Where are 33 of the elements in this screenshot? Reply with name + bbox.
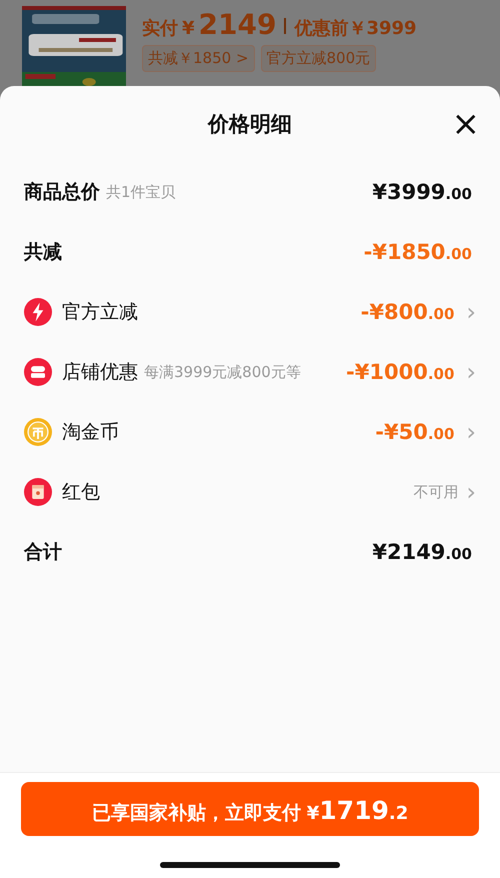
original-price: 优惠前￥3999: [294, 17, 417, 40]
discount-tag: 共减￥1850 >: [142, 45, 255, 72]
discount-tag: 官方立减800元: [260, 45, 376, 72]
row-label: 店铺优惠: [62, 360, 138, 385]
row-label: 共减: [24, 240, 62, 265]
price-amount: -¥800.00: [360, 300, 454, 324]
row-note: 每满3999元减800元等: [144, 362, 301, 382]
close-button[interactable]: ×: [452, 110, 480, 138]
price-amount: ¥2149.00: [372, 540, 472, 564]
envelope-icon: [24, 478, 52, 506]
paid-amount: 2149: [198, 8, 276, 41]
price-amount: ¥3999.00: [372, 180, 472, 204]
chevron-link[interactable]: ›: [466, 422, 476, 442]
sheet-title: 价格明细: [208, 111, 292, 138]
row-label: 合计: [24, 540, 62, 565]
pay-button[interactable]: 已享国家补贴，立即支付 ¥1719.2: [21, 782, 479, 836]
status-text: 不可用: [413, 482, 458, 502]
price-amount: -¥1850.00: [364, 240, 472, 264]
row-label: 红包: [62, 480, 100, 505]
row-note: 共1件宝贝: [106, 182, 176, 202]
row-label: 官方立减: [62, 300, 138, 325]
chevron-link[interactable]: ›: [466, 482, 476, 502]
chevron-link[interactable]: ›: [466, 302, 476, 322]
price-amount: -¥50.00: [375, 420, 454, 444]
coin-icon: [24, 418, 52, 446]
paid-label: 实付: [142, 17, 178, 40]
currency-sign: ¥: [182, 18, 195, 39]
shop-icon: [24, 358, 52, 386]
price-amount: -¥1000.00: [346, 360, 454, 384]
chevron-link[interactable]: ›: [466, 362, 476, 382]
row-label: 商品总价: [24, 180, 100, 205]
lightning-icon: [24, 298, 52, 326]
row-label: 淘金币: [62, 420, 119, 445]
